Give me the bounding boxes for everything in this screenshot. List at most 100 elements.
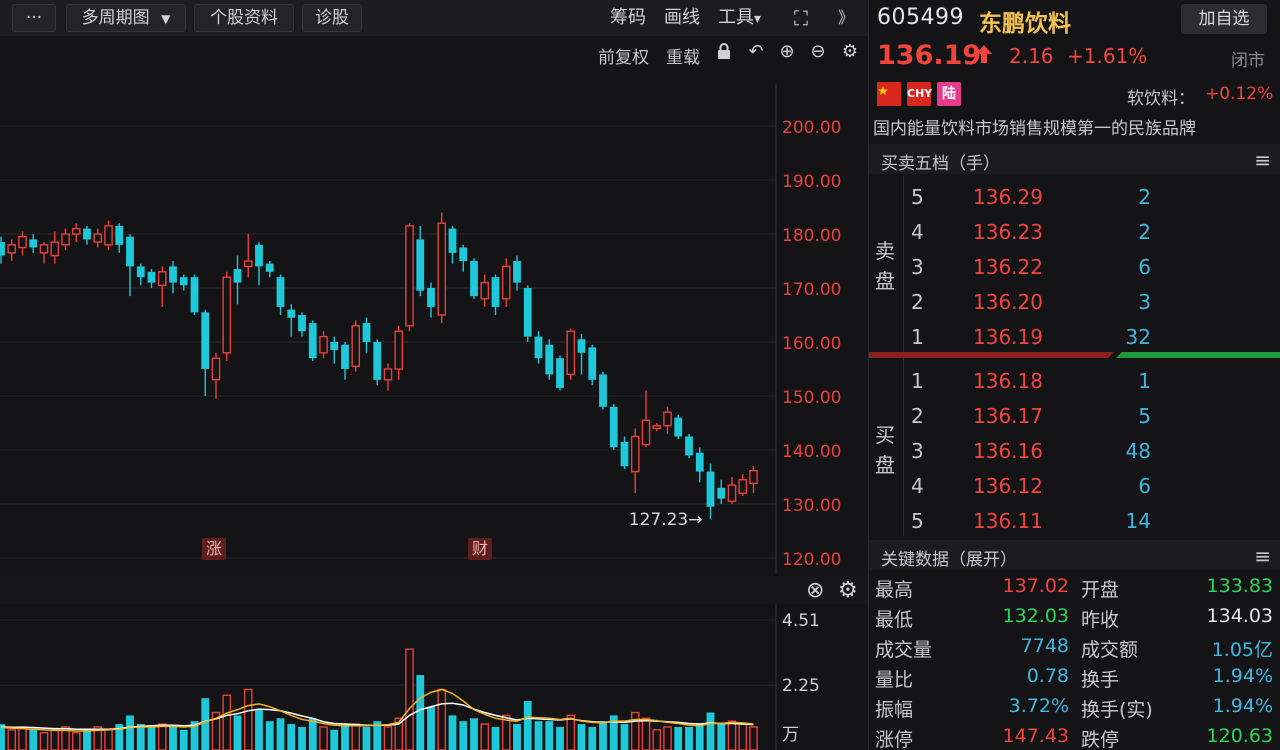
volume-settings-icon[interactable]: ⚙ (838, 578, 858, 603)
candle-body (470, 261, 478, 297)
candle (222, 271, 232, 361)
close-icon[interactable]: ⊗ (806, 578, 824, 603)
volume-bar (491, 726, 500, 750)
volume-bar (448, 715, 457, 750)
stock-connect-tag: 陆 (937, 82, 961, 106)
keydata-label: 换手 (1081, 669, 1120, 691)
sell-level-row[interactable]: 1 136.19 32 (869, 319, 1280, 353)
buy-level-row[interactable]: 3 136.16 48 (869, 433, 1280, 467)
zoom-in-icon[interactable]: ⊕ (777, 42, 797, 62)
volume-bar (566, 714, 576, 750)
candle-body (29, 239, 38, 248)
more-button[interactable]: ··· (12, 4, 56, 32)
volume-chart: 4.51 2.25 万 (0, 604, 820, 750)
buy-level-row[interactable]: 5 136.11 14 (869, 503, 1280, 537)
stock-description: 国内能量饮料市场销售规模第一的民族品牌 (873, 119, 1196, 139)
volume-bar (695, 724, 704, 750)
buy-level-row[interactable]: 4 136.12 6 (869, 468, 1280, 502)
limit-up-marker[interactable]: 涨 (202, 538, 226, 560)
candle-body (104, 225, 113, 246)
collapse-icon[interactable]: 》 (838, 5, 854, 31)
y-tick-label: 140.00 (782, 442, 841, 462)
volume-bar (620, 724, 629, 750)
volume-bar (641, 717, 651, 750)
candle-body (71, 227, 81, 235)
candle (545, 339, 554, 380)
level-number: 3 (911, 439, 924, 463)
tools-dropdown[interactable]: 工具▾ (718, 5, 761, 32)
keydata-label: 成交量 (875, 639, 933, 661)
level-volume: 48 (1125, 439, 1151, 463)
volume-bar (136, 724, 145, 750)
menu-icon[interactable]: ≡ (1254, 148, 1271, 172)
level-volume: 6 (1138, 474, 1151, 498)
sell-level-row[interactable]: 5 136.29 2 (869, 179, 1280, 213)
volume-bar (727, 720, 737, 750)
sell-level-row[interactable]: 4 136.23 2 (869, 214, 1280, 248)
candle-body (211, 357, 221, 381)
candle-body (83, 228, 91, 240)
candle (685, 433, 693, 459)
candle-body (556, 358, 564, 388)
sector-change: +0.12% (1205, 84, 1274, 104)
zoom-out-icon[interactable]: ⊖ (808, 42, 828, 62)
level-price: 136.11 (973, 509, 1043, 533)
keydata-value: 120.63 (1206, 725, 1273, 747)
candle-body (588, 347, 597, 380)
buy-level-row[interactable]: 2 136.17 5 (869, 398, 1280, 432)
candle-body (566, 330, 576, 376)
level-number: 3 (911, 255, 924, 279)
chips-button[interactable]: 筹码 (610, 5, 646, 31)
plot-background (0, 84, 776, 574)
keydata-row: 最高 137.02 开盘 133.83 (869, 572, 1280, 602)
lock-icon[interactable] (714, 42, 734, 62)
volume-bar (104, 729, 113, 750)
sell-level-row[interactable]: 3 136.22 6 (869, 249, 1280, 283)
undo-icon[interactable]: ↶ (746, 42, 766, 62)
orderbook-ratio-bar (869, 352, 1280, 358)
sector-label[interactable]: 软饮料： (1127, 84, 1195, 109)
add-watchlist-button[interactable]: 加自选 (1181, 4, 1267, 34)
candle-body (416, 239, 425, 291)
level-volume: 1 (1138, 369, 1151, 393)
level-price: 136.23 (973, 220, 1043, 244)
keydata-header: 关键数据（展开） ≡ (869, 540, 1280, 570)
menu-icon[interactable]: ≡ (1254, 544, 1271, 568)
candle-body (298, 315, 306, 332)
level-price: 136.19 (973, 325, 1043, 349)
volume-bar (169, 726, 177, 750)
keydata-label: 昨收 (1081, 609, 1120, 631)
earnings-marker[interactable]: 财 (468, 538, 492, 560)
keydata-value: 1.94% (1212, 695, 1273, 717)
period-dropdown[interactable]: 多周期图 ▼ (66, 4, 186, 32)
volume-bar (630, 711, 640, 750)
volume-bar (427, 706, 435, 750)
reload-button[interactable]: 重载 (666, 43, 700, 68)
volume-bar (749, 726, 758, 750)
keydata-value: 147.43 (1002, 725, 1069, 747)
chevron-down-icon: ▾ (754, 11, 762, 27)
volume-bar (577, 724, 586, 750)
candle-body (717, 487, 726, 499)
candle-body (630, 435, 640, 473)
price-adjust-button[interactable]: 前复权 (598, 43, 649, 68)
volume-bar (233, 715, 242, 750)
candle (190, 274, 199, 315)
candle (599, 371, 607, 410)
keydata-title[interactable]: 关键数据（展开） (881, 545, 1017, 570)
candle-body (169, 266, 177, 283)
diagnose-button[interactable]: 诊股 (302, 4, 362, 32)
keydata-value: 7748 (1020, 635, 1069, 657)
candle-body (287, 309, 296, 318)
settings-icon[interactable]: ⚙ (840, 42, 860, 62)
candlestick-chart: 200.00 190.00 180.00 170.00 160.00 150.00 140.… (0, 84, 841, 574)
volume-bar (437, 688, 447, 750)
keydata-label: 成交额 (1081, 639, 1139, 661)
sell-level-row[interactable]: 2 136.20 3 (869, 284, 1280, 318)
buy-level-row[interactable]: 1 136.18 1 (869, 363, 1280, 397)
stock-info-button[interactable]: 个股资料 (194, 4, 294, 32)
volume-bar (405, 648, 414, 750)
candle-body (427, 288, 435, 307)
fullscreen-icon[interactable]: ⛶ (794, 5, 808, 31)
draw-line-button[interactable]: 画线 (664, 5, 700, 31)
